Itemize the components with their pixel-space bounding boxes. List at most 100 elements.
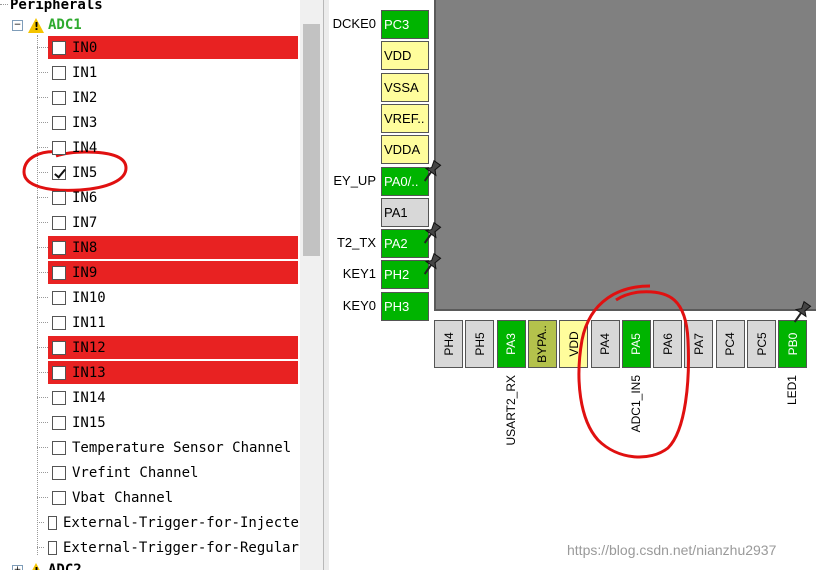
tree-branch	[37, 172, 48, 173]
channel-item[interactable]: IN12	[37, 335, 299, 360]
pin-name: PA3	[504, 333, 519, 355]
mcu-chip-body[interactable]	[434, 0, 816, 311]
tree-node-adc1[interactable]: − ! ADC1	[12, 15, 82, 35]
pin-vssa[interactable]: VSSA	[381, 72, 429, 102]
warning-icon: !	[28, 562, 44, 570]
channel-item[interactable]: IN15	[37, 410, 299, 435]
channel-checkbox[interactable]	[52, 265, 66, 280]
channel-label: Vrefint Channel	[72, 464, 199, 481]
channel-checkbox[interactable]	[52, 240, 66, 255]
pin-pc5[interactable]: PC5	[747, 320, 776, 368]
channel-label: Temperature Sensor Channel	[72, 439, 292, 456]
channel-checkbox[interactable]	[52, 390, 66, 405]
tree-branch	[37, 122, 48, 123]
channel-checkbox[interactable]	[52, 90, 66, 105]
channel-checkbox[interactable]	[52, 440, 66, 455]
channel-item[interactable]: Vrefint Channel	[37, 460, 299, 485]
pin-pa3[interactable]: PA3	[496, 320, 526, 368]
tree-branch	[37, 522, 44, 523]
channel-label: Vbat Channel	[72, 489, 174, 506]
scrollbar-thumb[interactable]	[303, 24, 320, 256]
pin-ph4[interactable]: PH4	[434, 320, 463, 368]
channel-item[interactable]: IN13	[37, 360, 299, 385]
channel-item[interactable]: External-Trigger-for-Regular	[37, 535, 299, 560]
channel-item[interactable]: IN5	[37, 160, 299, 185]
channel-checkbox[interactable]	[52, 340, 66, 355]
tree-branch	[37, 422, 48, 423]
channel-label: IN11	[72, 314, 106, 331]
channel-checkbox[interactable]	[52, 165, 66, 180]
expand-icon[interactable]: +	[12, 564, 23, 570]
channel-item[interactable]: IN3	[37, 110, 299, 135]
channel-checkbox[interactable]	[52, 140, 66, 155]
channel-item[interactable]: IN6	[37, 185, 299, 210]
channel-item[interactable]: IN11	[37, 310, 299, 335]
channel-item[interactable]: External-Trigger-for-Injecte	[37, 510, 299, 535]
channel-item[interactable]: IN2	[37, 85, 299, 110]
channel-item[interactable]: IN4	[37, 135, 299, 160]
channel-checkbox[interactable]	[47, 515, 57, 530]
channel-label: IN0	[72, 39, 98, 56]
channel-label: IN13	[72, 364, 106, 381]
tree-branch	[37, 197, 48, 198]
pin-pa7[interactable]: PA7	[684, 320, 714, 368]
channel-item[interactable]: IN1	[37, 60, 299, 85]
pin-vdd[interactable]: VDD	[559, 320, 589, 368]
channel-item[interactable]: IN10	[37, 285, 299, 310]
tree-branch	[37, 247, 48, 248]
collapse-icon[interactable]: −	[12, 19, 23, 31]
channel-checkbox[interactable]	[52, 415, 66, 430]
tree-branch	[37, 547, 44, 548]
peripherals-root-label[interactable]: Peripherals	[10, 0, 103, 13]
pin-pc3[interactable]: PC3	[381, 10, 429, 39]
pin-ph5[interactable]: PH5	[465, 320, 495, 368]
channel-checkbox[interactable]	[52, 190, 66, 205]
tree-branch	[37, 147, 48, 148]
channel-item[interactable]: Temperature Sensor Channel	[37, 435, 299, 460]
pin-name: PH4	[441, 332, 456, 356]
pin-signal-label: KEY0	[342, 297, 376, 313]
pin-pa4[interactable]: PA4	[590, 320, 620, 368]
channel-checkbox[interactable]	[52, 115, 66, 130]
pin-pa1[interactable]: PA1	[381, 197, 429, 227]
channel-checkbox[interactable]	[52, 465, 66, 480]
pin-ph3[interactable]: PH3	[381, 291, 429, 321]
channel-checkbox[interactable]	[52, 65, 66, 80]
pin-bypa[interactable]: BYPA..	[527, 320, 557, 368]
pin-pa6[interactable]: PA6	[653, 320, 683, 368]
channel-checkbox[interactable]	[52, 315, 66, 330]
pin-pc4[interactable]: PC4	[715, 320, 745, 368]
warning-icon: !	[28, 17, 44, 33]
channel-item[interactable]: IN7	[37, 210, 299, 235]
channel-item[interactable]: Vbat Channel	[37, 485, 299, 510]
channel-checkbox[interactable]	[52, 215, 66, 230]
pin-pa5[interactable]: PA5	[621, 320, 651, 368]
channel-label: IN9	[72, 264, 98, 281]
pin-name: PA6	[660, 333, 675, 355]
channel-checkbox[interactable]	[52, 490, 66, 505]
pin-vref[interactable]: VREF..	[381, 103, 429, 133]
channel-checkbox[interactable]	[52, 40, 66, 55]
tree-node-adc2[interactable]: + ! ADC2	[12, 560, 82, 570]
pin-vdda[interactable]: VDDA	[381, 135, 429, 165]
channel-item[interactable]: IN8	[37, 235, 299, 260]
watermark: https://blog.csdn.net/nianzhu2937	[567, 542, 777, 558]
channel-checkbox[interactable]	[52, 290, 66, 305]
channel-item[interactable]: IN14	[37, 385, 299, 410]
channel-label: External-Trigger-for-Regular	[62, 539, 299, 556]
pin-name: PC5	[754, 332, 769, 356]
channel-item[interactable]: IN0	[37, 35, 299, 60]
channel-checkbox[interactable]	[52, 365, 66, 380]
tree-scrollbar[interactable]	[300, 0, 323, 570]
channel-checkbox[interactable]	[47, 540, 57, 555]
pin-vdd[interactable]: VDD	[381, 41, 429, 71]
tree-branch	[37, 322, 48, 323]
channel-label: External-Trigger-for-Injecte	[62, 514, 299, 531]
tree-branch	[37, 72, 48, 73]
channel-item[interactable]: IN9	[37, 260, 299, 285]
pin-name: PA4	[598, 333, 612, 355]
channel-label: IN12	[72, 339, 106, 356]
tree-branch	[37, 497, 48, 498]
adc2-label[interactable]: ADC2	[48, 562, 82, 570]
adc1-label[interactable]: ADC1	[48, 17, 82, 33]
